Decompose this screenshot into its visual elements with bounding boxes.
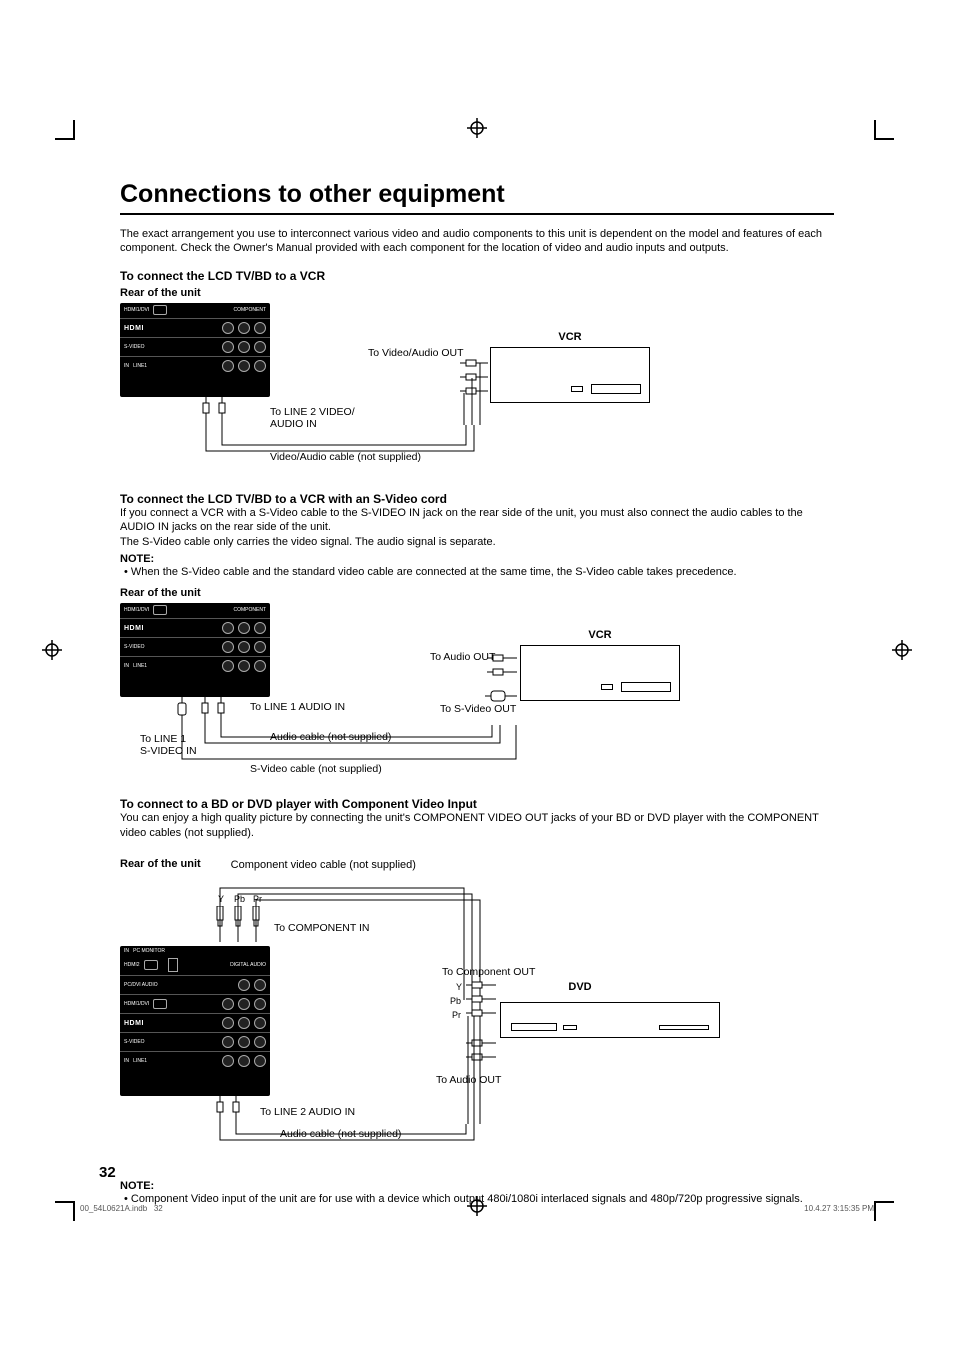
- section3-rear-label: Rear of the unit: [120, 858, 201, 872]
- title-divider: [120, 213, 834, 215]
- vcr-device-icon: [490, 347, 650, 403]
- section2-note-bullet: • When the S-Video cable and the standar…: [120, 565, 834, 579]
- diagram-vcr-svideo: HDMI1/DVICOMPONENT HDMI S-VIDEO IN LINE1…: [120, 603, 834, 783]
- label-line2-audio: To LINE 2 AUDIO IN: [260, 1106, 355, 1118]
- section1-rear-label: Rear of the unit: [120, 287, 834, 299]
- crop-mark-icon: [874, 120, 894, 140]
- section2-body1: If you connect a VCR with a S-Video cabl…: [120, 506, 834, 535]
- section3-note-heading: NOTE:: [120, 1180, 834, 1192]
- label-svideo-out: To S-Video OUT: [440, 703, 516, 715]
- diagram-vcr-basic: HDMI1/DVICOMPONENT HDMI S-VIDEO IN LINE1…: [120, 303, 834, 478]
- vcr-device-icon: [520, 645, 680, 701]
- manual-page: Connections to other equipment The exact…: [0, 0, 954, 1351]
- label-va-out: To Video/Audio OUT: [368, 347, 464, 359]
- cable-path-icon: [178, 723, 518, 773]
- registration-mark-icon: [42, 640, 62, 660]
- label-pb2: Pb: [450, 996, 461, 1006]
- label-audio-out: To Audio OUT: [436, 1074, 501, 1086]
- dvd-device-icon: [500, 1002, 720, 1038]
- footer-timestamp: 10.4.27 3:15:35 PM: [804, 1204, 874, 1213]
- page-number: 32: [99, 1164, 116, 1181]
- crop-mark-icon: [55, 120, 75, 140]
- registration-mark-icon: [467, 118, 487, 138]
- section3-heading: To connect to a BD or DVD player with Co…: [120, 797, 834, 811]
- page-title: Connections to other equipment: [120, 180, 834, 209]
- label-audio-out: To Audio OUT: [430, 651, 495, 663]
- cable-path-icon: [216, 1122, 476, 1146]
- label-va-cable: Video/Audio cable (not supplied): [270, 451, 421, 463]
- section3-body: You can enjoy a high quality picture by …: [120, 811, 834, 840]
- registration-mark-icon: [467, 1196, 487, 1216]
- intro-text: The exact arrangement you use to interco…: [120, 227, 834, 256]
- label-component-out: To Component OUT: [442, 966, 535, 978]
- label-component-cable: Component video cable (not supplied): [231, 858, 416, 872]
- section2-rear-label: Rear of the unit: [120, 587, 834, 599]
- vcr-label: VCR: [490, 331, 650, 343]
- label-line1-audio: To LINE 1 AUDIO IN: [250, 701, 345, 713]
- crop-mark-icon: [55, 1201, 75, 1221]
- registration-mark-icon: [892, 640, 912, 660]
- section2-heading: To connect the LCD TV/BD to a VCR with a…: [120, 492, 834, 506]
- section1-heading: To connect the LCD TV/BD to a VCR: [120, 269, 834, 283]
- crop-mark-icon: [874, 1201, 894, 1221]
- section2-body2: The S-Video cable only carries the video…: [120, 535, 834, 549]
- rear-panel-icon: HDMI1/DVICOMPONENT HDMI S-VIDEO IN LINE1: [120, 303, 270, 397]
- footer-file: 00_54L0621A.indb 32: [80, 1204, 163, 1213]
- diagram-dvd-component: Y Pb Pr To COMPONENT IN IN PC MONITOR HD…: [120, 876, 834, 1166]
- cable-bend-icon: [460, 1016, 490, 1126]
- rear-panel-icon: HDMI1/DVICOMPONENT HDMI S-VIDEO IN LINE1: [120, 603, 270, 697]
- dvd-label: DVD: [530, 981, 630, 993]
- vcr-label: VCR: [520, 629, 680, 641]
- cable-bend-icon: [452, 363, 482, 433]
- section2-note-heading: NOTE:: [120, 553, 834, 565]
